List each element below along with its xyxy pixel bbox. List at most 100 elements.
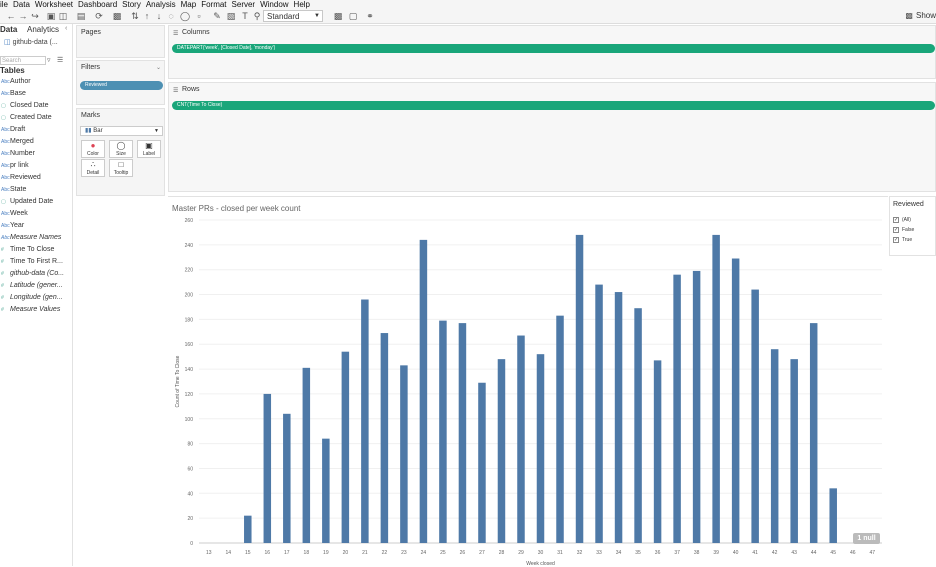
bar[interactable] — [770, 349, 779, 543]
clear-icon[interactable]: ◯ — [180, 11, 190, 21]
menu-item[interactable]: Worksheet — [35, 0, 73, 9]
field-item[interactable]: AbcMeasure Names — [1, 232, 61, 243]
legend-item-false[interactable]: ✓ False — [893, 226, 914, 234]
legend-item-true[interactable]: ✓ True — [893, 236, 912, 244]
bar[interactable] — [712, 234, 720, 543]
null-indicator[interactable]: 1 null — [853, 533, 880, 544]
presentation-icon[interactable]: ▩ — [333, 11, 343, 21]
field-item[interactable]: AbcState — [1, 184, 26, 195]
show-me-button[interactable]: ▩ Show — [905, 11, 936, 20]
field-item[interactable]: AbcBase — [1, 88, 26, 99]
field-item[interactable]: ▢ Updated Date — [1, 196, 53, 207]
detail-button[interactable]: ∴ Detail — [81, 159, 105, 177]
color-button[interactable]: ● Color — [81, 140, 105, 158]
bar[interactable] — [692, 270, 701, 543]
menu-item[interactable]: Format — [201, 0, 226, 9]
new-sheet-icon[interactable]: ▤ — [76, 11, 86, 21]
bar[interactable] — [790, 359, 798, 543]
bar[interactable] — [556, 315, 564, 543]
field-item[interactable]: # github-data (Co... — [1, 268, 64, 279]
bar[interactable] — [634, 308, 642, 543]
swap-icon[interactable]: ⇅ — [130, 11, 140, 21]
field-item[interactable]: ▢ Closed Date — [1, 100, 49, 111]
field-item[interactable]: # Latitude (gener... — [1, 280, 63, 291]
bar[interactable] — [419, 239, 428, 543]
field-item[interactable]: AbcReviewed — [1, 172, 41, 183]
bar[interactable] — [536, 354, 545, 543]
chevron-down-icon[interactable]: ⌄ — [156, 64, 161, 71]
menu-item[interactable]: Server — [232, 0, 256, 9]
bar[interactable] — [380, 333, 389, 543]
device-preview-icon[interactable]: ▢ — [348, 11, 358, 21]
field-item[interactable]: # Measure Values — [1, 304, 60, 315]
field-item[interactable]: AbcAuthor — [1, 76, 31, 87]
field-item[interactable]: # Longitude (gen... — [1, 292, 63, 303]
chart-icon[interactable]: ▩ — [112, 11, 122, 21]
search-input[interactable]: Search — [0, 56, 46, 65]
bar[interactable] — [829, 488, 837, 543]
field-item[interactable]: ▢ Created Date — [1, 112, 52, 123]
share-icon[interactable]: ⚭ — [365, 11, 375, 21]
columns-pill[interactable]: DATEPART('week', [Closed Date], 'monday'… — [172, 44, 935, 53]
field-item[interactable]: AbcDraft — [1, 124, 25, 135]
bar[interactable] — [458, 323, 467, 543]
label-icon[interactable]: ▧ — [226, 11, 236, 21]
field-item[interactable]: Abcpr link — [1, 160, 29, 171]
bar[interactable] — [751, 289, 759, 543]
fit-select[interactable]: Standard ▼ — [263, 10, 323, 22]
tab-data[interactable]: Data — [0, 25, 17, 34]
mark-type-select[interactable]: ▮▮ Bar ▼ — [80, 126, 163, 136]
back-icon[interactable]: ← — [6, 11, 16, 21]
legend-item-all[interactable]: ✓ (All) — [893, 216, 911, 224]
bar[interactable] — [244, 515, 252, 543]
menu-item[interactable]: Map — [181, 0, 197, 9]
menu-item[interactable]: ile — [0, 0, 8, 9]
view-options-icon[interactable]: ☰ — [57, 56, 63, 64]
bar[interactable] — [673, 274, 681, 543]
field-item[interactable]: AbcYear — [1, 220, 24, 231]
bar[interactable] — [809, 323, 818, 543]
menu-item[interactable]: Dashboard — [78, 0, 117, 9]
bar[interactable] — [614, 292, 623, 543]
bar[interactable] — [400, 365, 408, 543]
field-item[interactable]: # Time To First R... — [1, 256, 63, 267]
bar[interactable] — [653, 360, 662, 543]
sort-desc-icon[interactable]: ↓ — [154, 11, 164, 21]
bar[interactable] — [322, 438, 330, 543]
forward-icon[interactable]: → — [18, 11, 28, 21]
pin-icon[interactable]: ⚲ — [252, 11, 262, 21]
text-icon[interactable]: T — [240, 11, 250, 21]
bar[interactable] — [361, 299, 369, 543]
label-button[interactable]: ▣ Label — [137, 140, 161, 158]
group-icon[interactable]: ◌ — [166, 11, 176, 21]
collapse-icon[interactable]: ‹ — [65, 25, 67, 32]
bar[interactable] — [731, 258, 740, 543]
filter-pill-reviewed[interactable]: Reviewed — [80, 81, 163, 90]
bar[interactable] — [341, 351, 350, 543]
field-item[interactable]: AbcMerged — [1, 136, 34, 147]
format-icon[interactable]: ▫ — [194, 11, 204, 21]
size-button[interactable]: ◯ Size — [109, 140, 133, 158]
bar[interactable] — [283, 413, 291, 543]
menu-item[interactable]: Help — [294, 0, 310, 9]
sort-asc-icon[interactable]: ↑ — [142, 11, 152, 21]
field-item[interactable]: # Time To Close — [1, 244, 54, 255]
tooltip-button[interactable]: □ Tooltip — [109, 159, 133, 177]
bar[interactable] — [439, 320, 447, 543]
bar[interactable] — [263, 393, 272, 543]
highlight-icon[interactable]: ✎ — [212, 11, 222, 21]
bar[interactable] — [497, 359, 506, 543]
field-item[interactable]: AbcWeek — [1, 208, 28, 219]
redo-icon[interactable]: ↪ — [30, 11, 40, 21]
rows-pill[interactable]: CNT(Time To Close) — [172, 101, 935, 110]
datasource-item[interactable]: ◫ github-data (... — [4, 38, 58, 46]
save-icon[interactable]: ▣ — [46, 11, 56, 21]
bar[interactable] — [478, 382, 486, 543]
field-item[interactable]: AbcNumber — [1, 148, 35, 159]
menu-item[interactable]: Analysis — [146, 0, 176, 9]
bar[interactable] — [517, 335, 525, 543]
menu-item[interactable]: Window — [260, 0, 288, 9]
tab-analytics[interactable]: Analytics — [27, 25, 59, 34]
menu-item[interactable]: Story — [122, 0, 141, 9]
bar[interactable] — [595, 284, 603, 543]
